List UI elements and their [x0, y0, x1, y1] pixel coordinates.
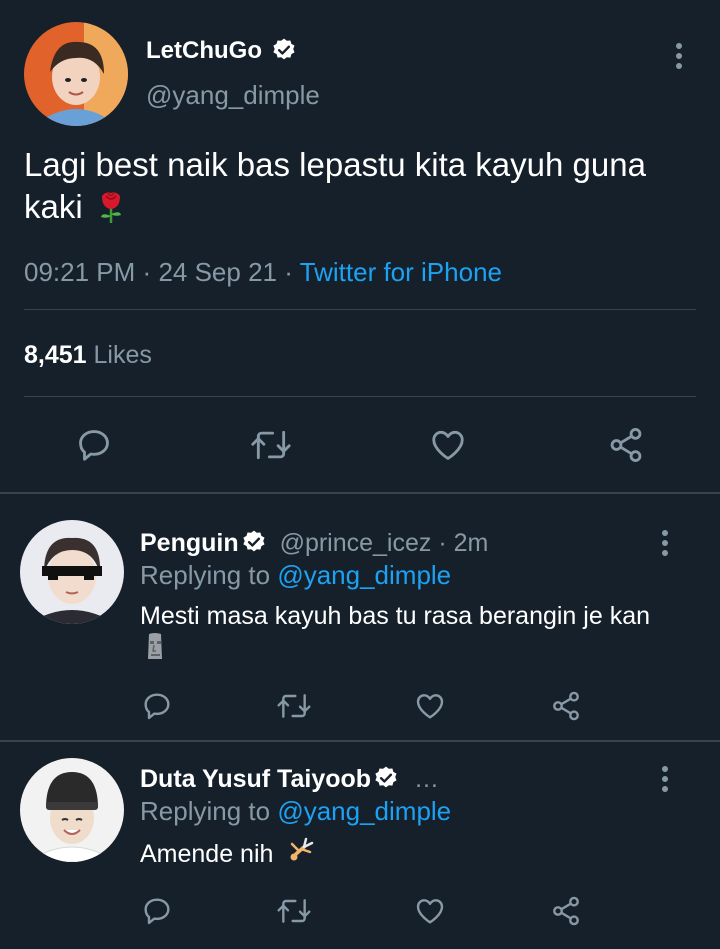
like-heart-icon[interactable] — [413, 895, 447, 927]
display-name[interactable]: Penguin — [140, 529, 239, 557]
replying-prefix: Replying to — [140, 560, 271, 590]
tweet-time: 09:21 PM — [24, 257, 136, 287]
verified-badge-icon — [273, 38, 295, 60]
reply-text: Amende nih — [140, 838, 680, 871]
share-icon[interactable] — [549, 690, 583, 722]
replying-prefix: Replying to — [140, 796, 271, 826]
reply-icon[interactable] — [141, 690, 173, 722]
replying-to-line: Replying to @yang_dimple — [140, 558, 451, 592]
likes-count: 8,451 — [24, 341, 87, 369]
rose-emoji-icon — [100, 192, 121, 224]
reply-time: 2m — [453, 529, 489, 557]
verified-badge-icon — [242, 531, 265, 552]
handle[interactable]: @yang_dimple — [146, 78, 320, 112]
retweet-icon[interactable] — [276, 690, 312, 722]
reply-header: Duta Yusuf Taiyoob … — [140, 762, 439, 796]
reply-header: Penguin @prince_icez · 2m — [140, 526, 488, 560]
tweet-meta: 09:21 PM · 24 Sep 21 · Twitter for iPhon… — [24, 255, 502, 289]
tweet-text: Lagi best naik bas lepastu kita kayuh gu… — [24, 144, 664, 228]
meta-separator: · — [438, 529, 447, 557]
main-tweet: LetChuGo @yang_dimple Lagi best naik bas… — [0, 0, 720, 493]
person-cartwheeling-emoji-icon — [290, 838, 314, 861]
divider — [24, 396, 696, 397]
reply-text-body: Mesti masa kayuh bas tu rasa berangin je… — [140, 602, 650, 630]
more-options-icon[interactable] — [660, 530, 670, 560]
replying-to-link[interactable]: @yang_dimple — [277, 560, 451, 590]
handle[interactable]: @prince_icez — [280, 529, 432, 557]
like-heart-icon[interactable] — [428, 426, 468, 464]
tweet-source-link[interactable]: Twitter for iPhone — [300, 257, 502, 287]
meta-separator: · — [284, 257, 293, 287]
more-options-icon[interactable] — [660, 766, 670, 796]
retweet-icon[interactable] — [276, 895, 312, 927]
share-icon[interactable] — [549, 895, 583, 927]
share-icon[interactable] — [606, 426, 646, 464]
like-heart-icon[interactable] — [413, 690, 447, 722]
more-options-icon[interactable] — [674, 43, 684, 73]
replying-to-line: Replying to @yang_dimple — [140, 794, 451, 828]
tweet-date: 24 Sep 21 — [158, 257, 277, 287]
display-name-row: LetChuGo — [146, 34, 297, 68]
likes-stat[interactable]: 8,451 Likes — [24, 338, 152, 372]
retweet-icon[interactable] — [249, 426, 293, 464]
avatar[interactable] — [20, 520, 124, 624]
moai-emoji-icon — [148, 633, 162, 660]
avatar[interactable] — [24, 22, 128, 126]
reply-icon[interactable] — [75, 426, 113, 464]
reply-text: Mesti masa kayuh bas tu rasa berangin je… — [140, 600, 680, 666]
reply-text-body: Amende nih — [140, 840, 274, 868]
truncation-ellipsis: … — [414, 765, 439, 793]
likes-label: Likes — [93, 341, 152, 369]
display-name[interactable]: LetChuGo — [146, 37, 262, 64]
divider — [24, 309, 696, 310]
verified-badge-icon — [375, 767, 397, 788]
avatar[interactable] — [20, 758, 124, 862]
reply-icon[interactable] — [141, 895, 173, 927]
reply-tweet[interactable]: Penguin @prince_icez · 2m Replying to @y… — [0, 494, 720, 740]
meta-separator: · — [142, 257, 152, 287]
display-name[interactable]: Duta Yusuf Taiyoob — [140, 765, 371, 793]
replying-to-link[interactable]: @yang_dimple — [277, 796, 451, 826]
reply-tweet[interactable]: Duta Yusuf Taiyoob … Replying to @yang_d… — [0, 742, 720, 949]
